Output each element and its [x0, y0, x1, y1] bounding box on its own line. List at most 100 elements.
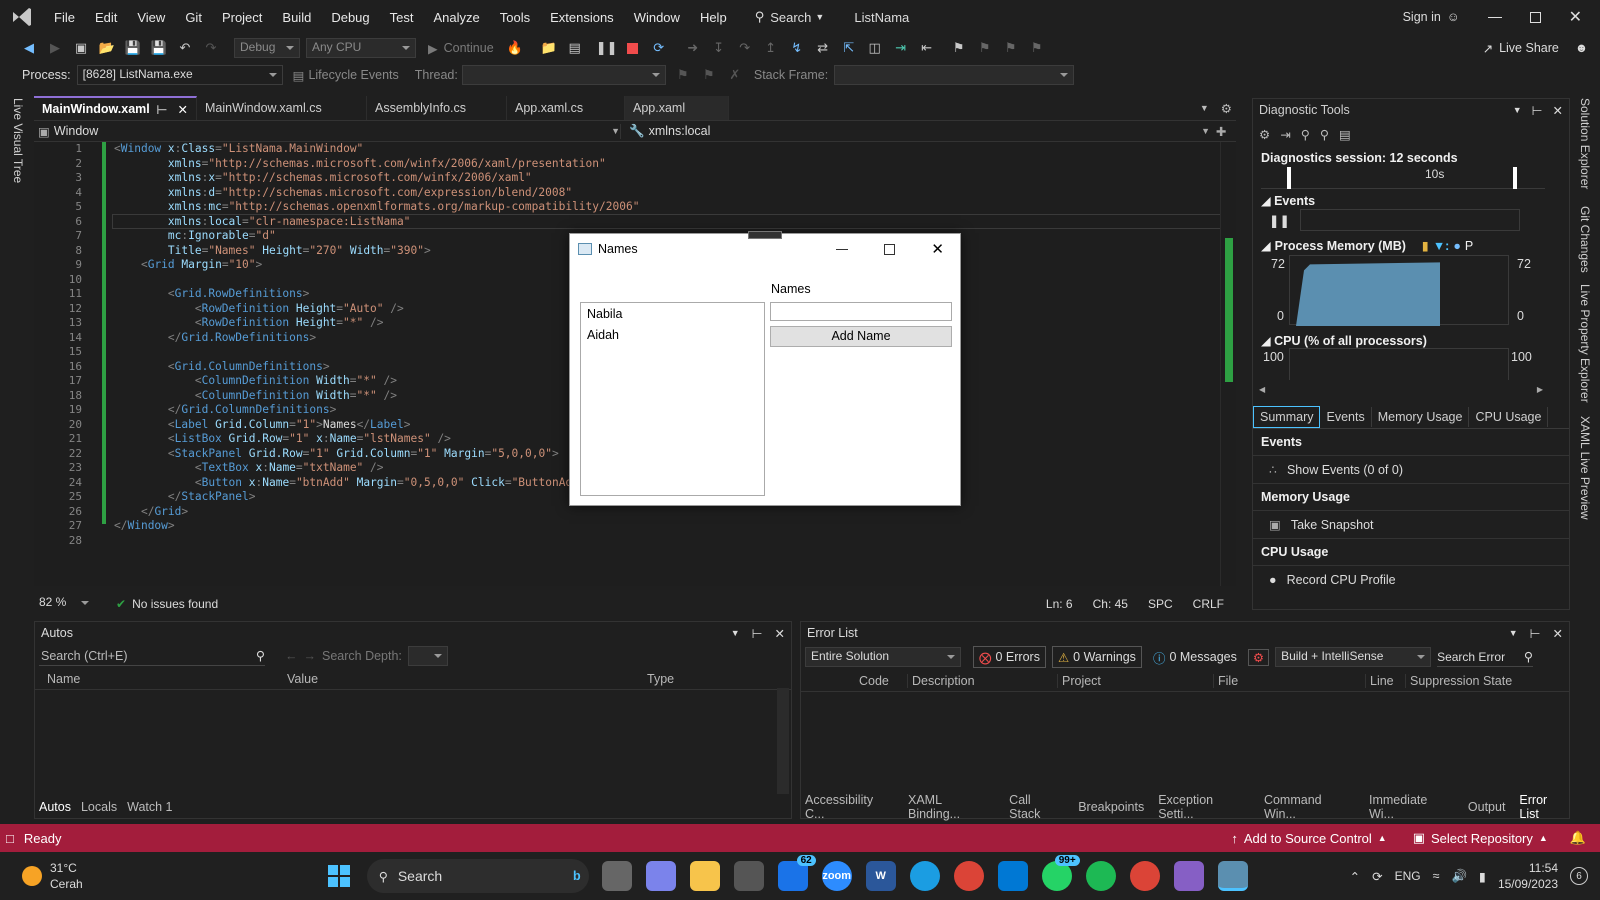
close-tab-icon[interactable]: ✕	[178, 102, 188, 117]
autos-search-input[interactable]: Search (Ctrl+E) ⚲	[39, 646, 265, 666]
settings-gear-icon[interactable]: ⚙	[1221, 101, 1232, 116]
diag-tab-cpu-usage[interactable]: CPU Usage	[1469, 407, 1549, 427]
timeline-ruler[interactable]: 10s	[1261, 167, 1545, 189]
warnings-filter[interactable]: ⚠ 0 Warnings	[1051, 646, 1142, 668]
split-icon[interactable]: ✚	[1216, 124, 1226, 139]
code-line[interactable]	[114, 534, 1214, 549]
timeline-start-handle[interactable]	[1287, 167, 1291, 189]
events-section[interactable]: ◢ Events	[1253, 189, 1569, 208]
names-app-window[interactable]: Names ✕ Names Nabila Aidah Add Name	[569, 231, 961, 506]
platform-select[interactable]: Any CPU	[306, 38, 416, 58]
tab-watch-1[interactable]: Watch 1	[127, 800, 172, 814]
step-into-icon[interactable]: ↧	[708, 37, 730, 59]
flag-thread-icon[interactable]: ⚑	[672, 64, 694, 86]
window-icon[interactable]: ▤	[564, 37, 586, 59]
error-search-input[interactable]: Search Error ⚲	[1437, 647, 1534, 667]
messages-filter[interactable]: ⓘ 0 Messages	[1148, 646, 1242, 668]
col-line[interactable]: Line	[1365, 673, 1405, 688]
list-item[interactable]: Aidah	[587, 328, 758, 349]
continue-button[interactable]: ▶ Continue	[428, 41, 494, 56]
back-icon[interactable]: ◀	[18, 37, 40, 59]
names-listbox[interactable]: Nabila Aidah	[580, 302, 765, 496]
tool-tab-3[interactable]: Breakpoints	[1078, 800, 1144, 814]
col-code[interactable]: Code	[859, 674, 907, 688]
xaml-live-preview-tab[interactable]: XAML Live Preview	[1578, 416, 1592, 520]
close-icon[interactable]: ✕	[1553, 103, 1563, 118]
select-element-icon[interactable]: ⇱	[838, 37, 860, 59]
scrollbar-thumb[interactable]	[1225, 238, 1233, 382]
menu-project[interactable]: Project	[212, 0, 272, 34]
start-icon[interactable]	[324, 861, 354, 891]
close-button[interactable]: ✕	[931, 240, 944, 258]
pin-icon[interactable]: ⊢	[1530, 626, 1541, 641]
close-icon[interactable]: ✕	[1553, 626, 1563, 641]
take-snapshot-button[interactable]: ▣ Take Snapshot	[1253, 511, 1569, 539]
zoom-out-icon[interactable]: ⚲	[1320, 127, 1329, 142]
undo-icon[interactable]: ↶	[174, 37, 196, 59]
crlf-status[interactable]: CRLF	[1193, 597, 1224, 611]
diag-tab-summary[interactable]: Summary	[1253, 406, 1321, 428]
open-icon[interactable]: 📂	[96, 37, 118, 59]
weather-widget[interactable]: 31°C Cerah	[22, 860, 83, 892]
menu-build[interactable]: Build	[272, 0, 321, 34]
configuration-select[interactable]: Debug	[234, 38, 300, 58]
minimize-button[interactable]	[1487, 16, 1502, 18]
timeline-end-handle[interactable]	[1513, 167, 1517, 189]
dropdown-icon[interactable]: ▼	[1509, 628, 1518, 638]
process-select[interactable]: [8628] ListNama.exe	[76, 65, 283, 85]
pin-icon[interactable]: ⊢	[156, 102, 167, 117]
vscode-icon[interactable]	[997, 861, 1028, 891]
layout-adorners-icon[interactable]: ◫	[864, 37, 886, 59]
namespace-select[interactable]: 🔧 xmlns:local ▼	[620, 123, 1210, 139]
autos-scrollbar[interactable]	[777, 688, 789, 794]
menu-window[interactable]: Window	[624, 0, 690, 34]
export-icon[interactable]: ⇥	[1280, 127, 1290, 142]
stop-icon[interactable]	[622, 37, 644, 59]
redo-icon[interactable]: ↷	[200, 37, 222, 59]
pause-icon[interactable]: ❚❚	[596, 37, 618, 59]
menu-test[interactable]: Test	[380, 0, 424, 34]
word-icon[interactable]: W	[865, 861, 896, 891]
scope-select[interactable]: Entire Solution	[805, 647, 961, 667]
tool-tab-6[interactable]: Immediate Wi...	[1369, 793, 1454, 821]
add-name-button[interactable]: Add Name	[770, 326, 952, 347]
cpu-section[interactable]: ◢ CPU (% of all processors)	[1253, 327, 1569, 348]
live-share-button[interactable]: ↗ Live Share ☻	[1483, 41, 1600, 56]
issues-status[interactable]: No issues found	[132, 597, 218, 611]
code-line[interactable]: </Grid>	[114, 505, 1214, 520]
tab-locals[interactable]: Locals	[81, 800, 117, 814]
diag-tab-events[interactable]: Events	[1320, 407, 1372, 427]
pin-icon[interactable]: ⊢	[752, 626, 763, 641]
stack-frame-select[interactable]	[834, 65, 1075, 85]
element-select[interactable]: ▣ Window ▼	[34, 124, 620, 139]
in-app-toolbar-handle[interactable]	[748, 231, 782, 239]
zoom-in-icon[interactable]: ⚲	[1301, 127, 1310, 142]
menu-git[interactable]: Git	[175, 0, 212, 34]
sign-in-button[interactable]: Sign in ☺	[1403, 10, 1460, 24]
tab-list-icon[interactable]: ▼	[1200, 103, 1209, 113]
settings-gear-icon[interactable]: ⚙	[1259, 127, 1270, 142]
spotify-icon[interactable]	[1085, 861, 1116, 891]
zoom-icon[interactable]: zoom	[821, 861, 852, 891]
scroll-right-icon[interactable]: ▶	[1537, 385, 1543, 394]
save-icon[interactable]: 💾	[122, 37, 144, 59]
back-icon[interactable]: ←	[285, 649, 298, 663]
tool-tab-8[interactable]: Error List	[1519, 793, 1569, 821]
tab-assemblyinfo-cs[interactable]: AssemblyInfo.cs	[367, 96, 507, 120]
live-property-explorer-tab[interactable]: Live Property Explorer	[1578, 284, 1592, 403]
task-view-icon[interactable]	[601, 861, 632, 891]
hot-reload-settings-icon[interactable]: ⇄	[812, 37, 834, 59]
menu-tools[interactable]: Tools	[490, 0, 540, 34]
tool-tab-0[interactable]: Accessibility C...	[805, 793, 894, 821]
scroll-left-icon[interactable]: ◀	[1259, 385, 1265, 394]
menu-file[interactable]: File	[44, 0, 85, 34]
camera-icon[interactable]	[733, 861, 764, 891]
git-changes-tab[interactable]: Git Changes	[1578, 206, 1592, 273]
list-item[interactable]: Nabila	[587, 307, 758, 328]
tab-autos[interactable]: Autos	[39, 800, 71, 814]
edge-icon[interactable]	[909, 861, 940, 891]
code-line[interactable]: xmlns="http://schemas.microsoft.com/winf…	[114, 157, 1214, 172]
code-line[interactable]: xmlns:x="http://schemas.microsoft.com/wi…	[114, 171, 1214, 186]
tool-tab-1[interactable]: XAML Binding...	[908, 793, 995, 821]
prev-bookmark-icon[interactable]: ⚑	[974, 37, 996, 59]
